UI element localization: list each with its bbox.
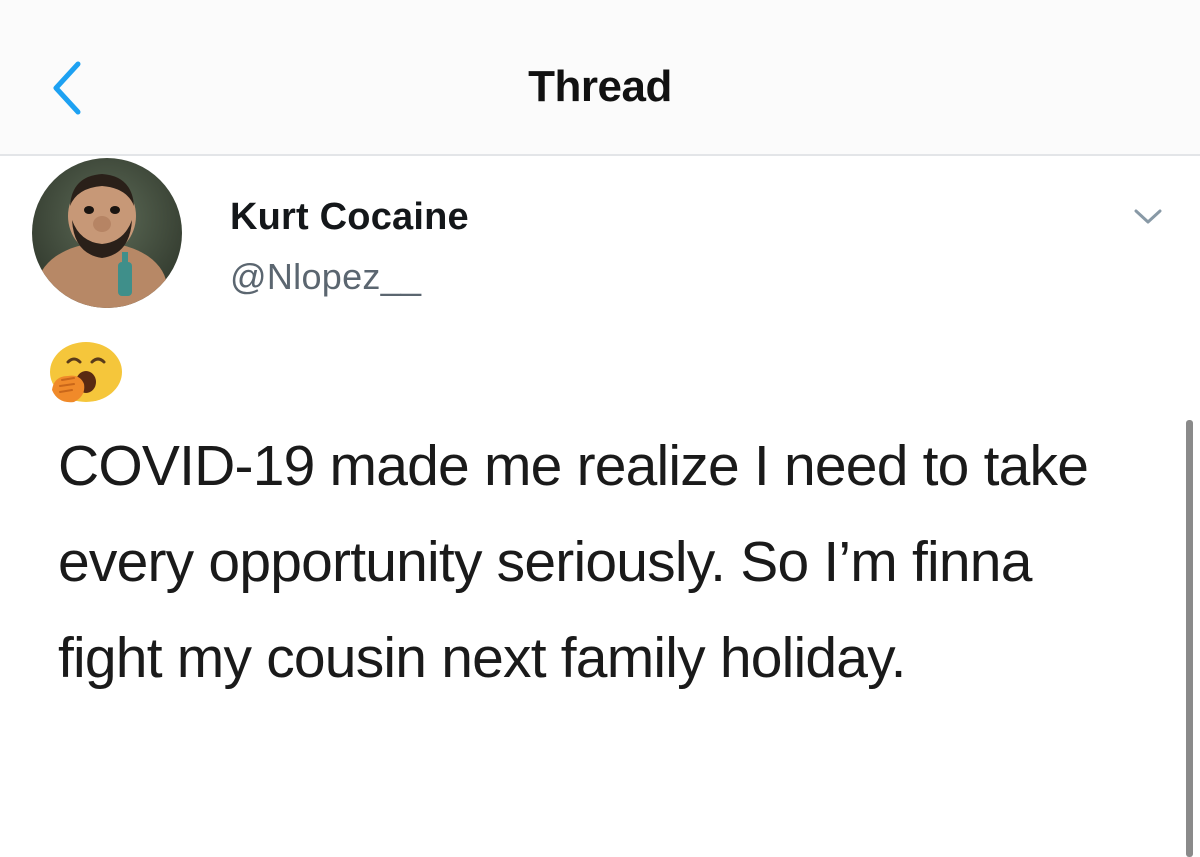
page-title: Thread: [528, 62, 672, 111]
user-handle[interactable]: @Nlopez__: [230, 256, 421, 298]
chevron-down-icon: [1134, 209, 1162, 224]
yawning-face-icon: [44, 340, 124, 404]
thread-header: Thread: [0, 0, 1200, 156]
display-name[interactable]: Kurt Cocaine: [230, 196, 469, 239]
tweet-text: COVID-19 made me realize I need to take …: [58, 434, 1089, 690]
scrollbar[interactable]: [1186, 420, 1193, 857]
avatar[interactable]: [32, 158, 182, 308]
more-options-button[interactable]: [1128, 202, 1168, 232]
avatar-image: [32, 158, 182, 308]
